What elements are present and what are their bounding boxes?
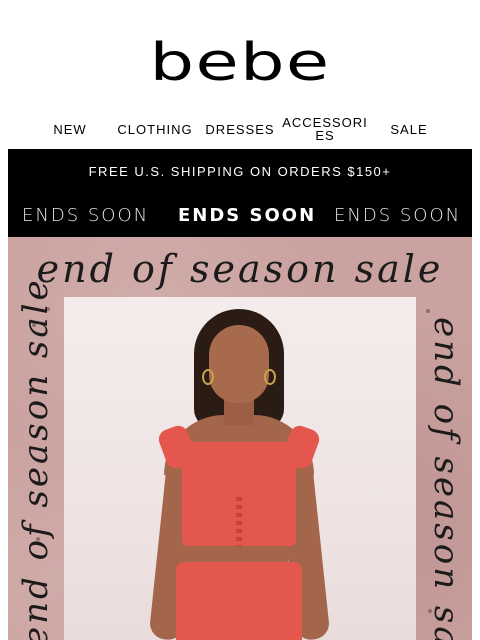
- model-face: [209, 325, 269, 403]
- earring-icon: [202, 369, 214, 385]
- shipping-message: FREE U.S. SHIPPING ON ORDERS $150+: [88, 164, 392, 179]
- main-nav: NEW CLOTHING DRESSES ACCESSORIES SALE: [0, 114, 480, 144]
- promo-banner[interactable]: FREE U.S. SHIPPING ON ORDERS $150+ ENDS …: [8, 149, 472, 237]
- model-photo: [64, 297, 416, 640]
- earring-icon: [264, 369, 276, 385]
- speck: [426, 309, 430, 313]
- ends-soon-text: ENDS SOON: [334, 205, 462, 226]
- logo-container[interactable]: bebe: [0, 37, 480, 89]
- nav-item-sale[interactable]: SALE: [380, 114, 438, 144]
- hero-script-right: end of season sale: [426, 317, 466, 640]
- hero-sale-image[interactable]: end of season sale end of season sale en…: [8, 237, 472, 640]
- ends-soon-text: ENDS SOON: [22, 205, 150, 226]
- ends-soon-text: ENDS SOON: [178, 205, 317, 226]
- nav-item-dresses[interactable]: DRESSES: [202, 114, 278, 144]
- brand-logo[interactable]: bebe: [150, 37, 331, 89]
- nav-item-new[interactable]: NEW: [40, 114, 100, 144]
- hero-script-left: end of season sale: [16, 277, 56, 640]
- corset-lacing: [236, 497, 242, 547]
- nav-item-clothing[interactable]: CLOTHING: [112, 114, 198, 144]
- matching-skirt: [176, 562, 302, 640]
- nav-item-accessories[interactable]: ACCESSORIES: [282, 114, 368, 144]
- hero-script-top: end of season sale: [36, 247, 444, 291]
